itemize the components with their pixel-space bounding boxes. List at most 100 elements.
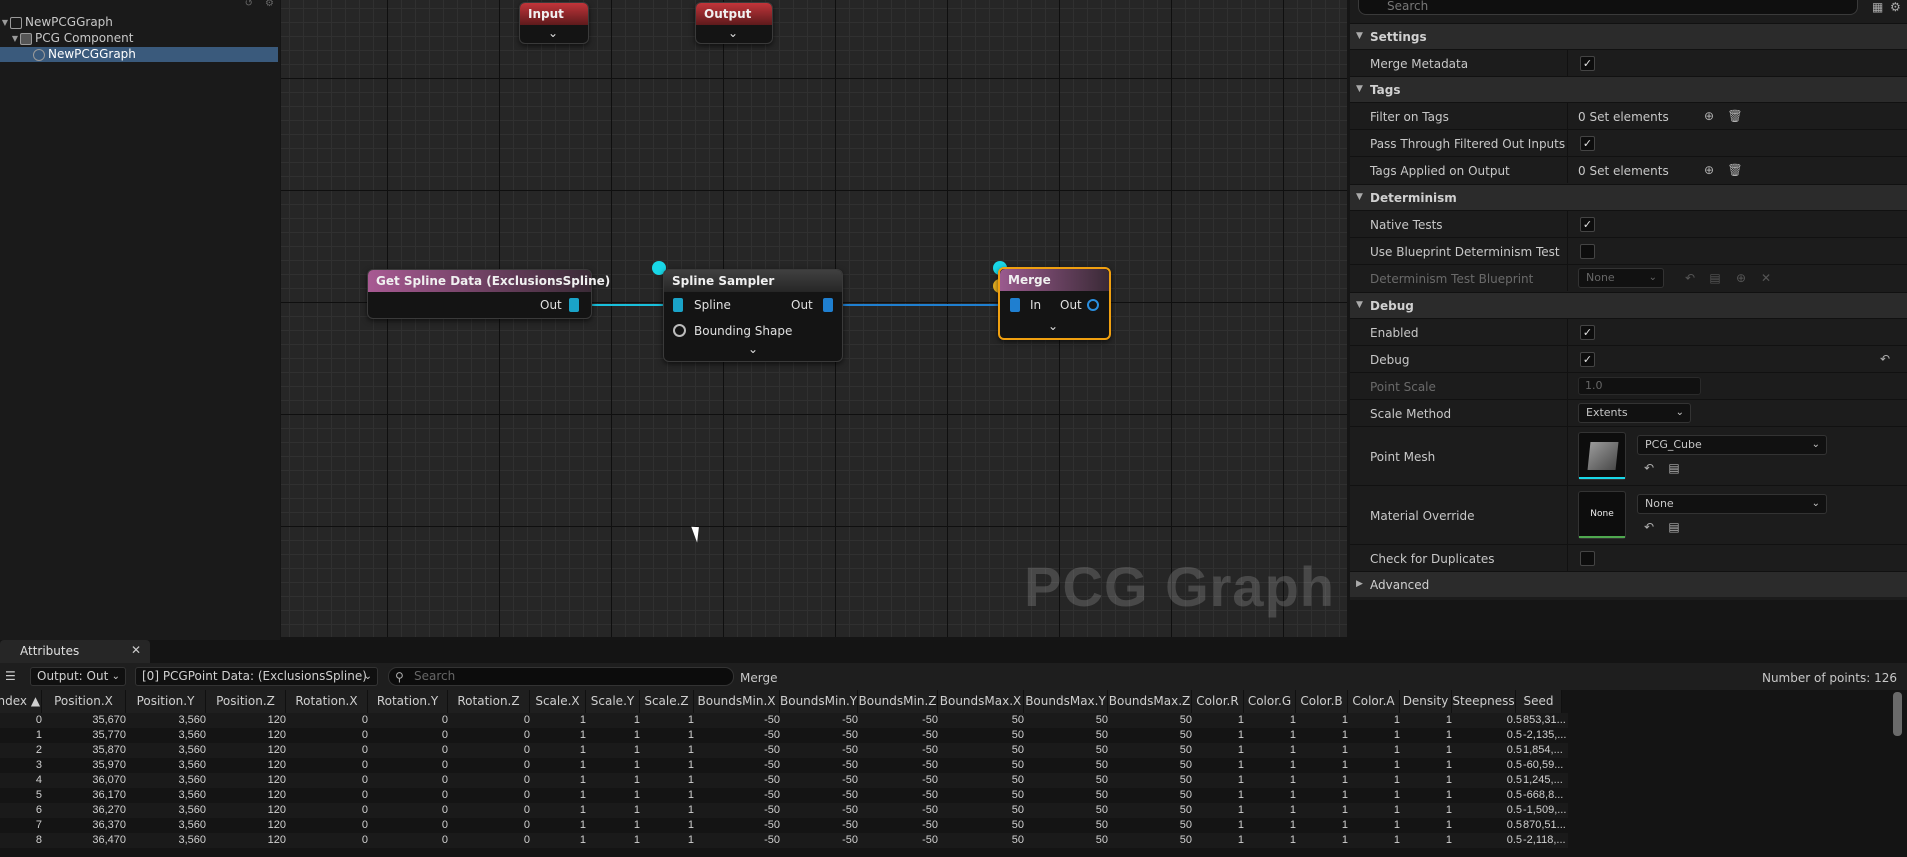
point-mesh-thumbnail[interactable] — [1578, 432, 1626, 480]
category-determinism[interactable]: ▼ Determinism — [1350, 184, 1907, 210]
pass-through-checkbox[interactable]: ✓ — [1580, 136, 1595, 151]
details-search-input[interactable]: Search — [1358, 0, 1858, 15]
chevron-down-icon[interactable]: ⌄ — [548, 26, 558, 40]
column-header[interactable]: Rotation.Y — [368, 690, 448, 713]
column-header[interactable]: Rotation.X — [286, 690, 368, 713]
get-spline-data-node[interactable]: Get Spline Data (ExclusionsSpline) Out — [367, 269, 610, 319]
table-row[interactable]: 8 36,470 3,560 120 0 0 0 1 1 1 -50 -50 -50 50 50 50 1 1 1 1… — [0, 833, 1568, 848]
table-scrollbar[interactable] — [1893, 692, 1902, 736]
points-out-pin-icon[interactable] — [823, 298, 833, 312]
column-header[interactable]: Steepness — [1452, 690, 1516, 713]
add-icon[interactable]: ⊕ — [1701, 108, 1717, 124]
column-header[interactable]: Scale.Z — [640, 690, 694, 713]
graph-canvas[interactable]: Input ⌄ Output ⌄ Get Spline Data (Exclus… — [281, 0, 1347, 637]
table-row[interactable]: 6 36,270 3,560 120 0 0 0 1 1 1 -50 -50 -50 50 50 50 1 1 1 1… — [0, 803, 1568, 818]
table-row[interactable]: 4 36,070 3,560 120 0 0 0 1 1 1 -50 -50 -50 50 50 50 1 1 1 1… — [0, 773, 1568, 788]
close-icon[interactable]: ✕ — [131, 643, 141, 657]
table-row[interactable]: 7 36,370 3,560 120 0 0 0 1 1 1 -50 -50 -50 50 50 50 1 1 1 1… — [0, 818, 1568, 833]
column-header[interactable]: BoundsMin.X — [694, 690, 780, 713]
point-mesh-combo[interactable]: PCG_Cube ⌄ — [1637, 435, 1827, 455]
add-icon[interactable]: ⊕ — [1733, 270, 1749, 286]
filter-icon[interactable]: ☰ — [5, 669, 16, 683]
reset-icon[interactable]: ↶ — [1877, 351, 1893, 367]
bounding-shape-pin-icon[interactable] — [673, 324, 686, 337]
attributes-search-input[interactable]: ⚲ Search — [388, 667, 734, 686]
input-node[interactable]: Input ⌄ — [519, 2, 589, 44]
table-row[interactable]: 3 35,970 3,560 120 0 0 0 1 1 1 -50 -50 -50 50 50 50 1 1 1 1… — [0, 758, 1568, 773]
collapse-icon[interactable]: ▼ — [10, 31, 20, 46]
use-bp-test-checkbox[interactable] — [1580, 244, 1595, 259]
column-header[interactable]: Rotation.Z — [448, 690, 530, 713]
outliner-item-graph[interactable]: ▼ NewPCGGraph — [0, 15, 278, 30]
table-row[interactable]: 2 35,870 3,560 120 0 0 0 1 1 1 -50 -50 -50 50 50 50 1 1 1 1… — [0, 743, 1568, 758]
column-header[interactable]: Color.B — [1296, 690, 1348, 713]
data-source-combo[interactable]: [0] PCGPoint Data: (ExclusionsSpline) ⌄ — [135, 667, 378, 686]
debug-checkbox[interactable]: ✓ — [1580, 352, 1595, 367]
outliner-item-selected-graph[interactable]: NewPCGGraph — [0, 47, 278, 62]
attributes-tab[interactable]: Attributes ✕ — [0, 640, 150, 663]
column-header[interactable]: BoundsMax.Y — [1024, 690, 1108, 713]
category-advanced[interactable]: ▶ Advanced — [1350, 571, 1907, 597]
det-test-bp-combo[interactable]: None ⌄ — [1578, 268, 1664, 288]
browse-icon[interactable]: ▤ — [1666, 460, 1682, 476]
material-override-thumbnail[interactable]: None — [1578, 491, 1626, 539]
spline-sampler-node[interactable]: Spline Sampler Spline Out Bounding Shape… — [663, 269, 843, 362]
chevron-down-icon[interactable]: ⌄ — [728, 26, 738, 40]
chevron-down-icon[interactable]: ⌄ — [1048, 319, 1058, 333]
outliner-item-component[interactable]: ▼ PCG Component — [0, 31, 278, 46]
column-header[interactable]: BoundsMax.X — [938, 690, 1024, 713]
output-node[interactable]: Output ⌄ — [695, 2, 773, 44]
settings-icon[interactable]: ⚙ — [265, 0, 274, 10]
column-header[interactable]: Position.Z — [206, 690, 286, 713]
add-icon[interactable]: ⊕ — [1701, 162, 1717, 178]
back-icon[interactable]: ↺ — [245, 0, 253, 10]
enabled-checkbox[interactable]: ✓ — [1580, 325, 1595, 340]
column-header[interactable]: Color.G — [1244, 690, 1296, 713]
trash-icon[interactable]: 🗑 — [1727, 108, 1743, 124]
browse-icon[interactable]: ▤ — [1666, 519, 1682, 535]
point-scale-input[interactable]: 1.0 — [1578, 377, 1701, 395]
out-pin-icon[interactable] — [1087, 299, 1099, 311]
table-view-icon[interactable]: ▦ — [1872, 0, 1883, 14]
clear-icon[interactable]: ✕ — [1758, 270, 1774, 286]
spline-out-pin-icon[interactable] — [569, 298, 579, 312]
column-header[interactable]: Position.X — [42, 690, 126, 713]
in-pin-icon[interactable] — [1010, 298, 1020, 312]
output-pin-combo[interactable]: Output: Out ⌄ — [30, 667, 126, 686]
column-header[interactable]: Position.Y — [126, 690, 206, 713]
column-header[interactable]: BoundsMax.Z — [1108, 690, 1192, 713]
expand-icon[interactable]: ▶ — [1356, 579, 1363, 589]
use-selected-icon[interactable]: ↶ — [1682, 270, 1698, 286]
table-row[interactable]: 1 35,770 3,560 120 0 0 0 1 1 1 -50 -50 -50 50 50 50 1 1 1 1… — [0, 728, 1568, 743]
column-header[interactable]: Seed — [1516, 690, 1562, 713]
table-row[interactable]: 5 36,170 3,560 120 0 0 0 1 1 1 -50 -50 -50 50 50 50 1 1 1 1… — [0, 788, 1568, 803]
spline-in-pin-icon[interactable] — [673, 298, 683, 312]
merge-metadata-checkbox[interactable]: ✓ — [1580, 56, 1595, 71]
category-tags[interactable]: ▼ Tags — [1350, 76, 1907, 102]
collapse-icon[interactable]: ▼ — [1356, 31, 1363, 41]
table-row[interactable]: 0 35,670 3,560 120 0 0 0 1 1 1 -50 -50 -50 50 50 50 1 1 1 1… — [0, 713, 1568, 728]
merge-node[interactable]: Merge In Out ⌄ — [998, 267, 1111, 340]
category-settings[interactable]: ▼ Settings — [1350, 23, 1907, 49]
column-header[interactable]: Index ▲ — [0, 690, 42, 713]
column-header[interactable]: Density — [1400, 690, 1452, 713]
collapse-icon[interactable]: ▼ — [1356, 300, 1363, 310]
collapse-icon[interactable]: ▼ — [1356, 192, 1363, 202]
use-selected-icon[interactable]: ↶ — [1641, 519, 1657, 535]
column-header[interactable]: Scale.X — [530, 690, 586, 713]
native-tests-checkbox[interactable]: ✓ — [1580, 217, 1595, 232]
column-header[interactable]: Color.A — [1348, 690, 1400, 713]
browse-icon[interactable]: ▤ — [1707, 270, 1723, 286]
settings-icon[interactable]: ⚙ — [1890, 0, 1901, 14]
check-duplicates-checkbox[interactable] — [1580, 551, 1595, 566]
collapse-icon[interactable]: ▼ — [1356, 84, 1363, 94]
category-debug[interactable]: ▼ Debug — [1350, 292, 1907, 318]
trash-icon[interactable]: 🗑 — [1727, 162, 1743, 178]
column-header[interactable]: BoundsMin.Z — [858, 690, 938, 713]
column-header[interactable]: BoundsMin.Y — [780, 690, 858, 713]
collapse-icon[interactable]: ▼ — [0, 15, 10, 30]
scale-method-combo[interactable]: Extents ⌄ — [1578, 403, 1691, 423]
column-header[interactable]: Color.R — [1192, 690, 1244, 713]
material-override-combo[interactable]: None ⌄ — [1637, 494, 1827, 514]
column-header[interactable]: Scale.Y — [586, 690, 640, 713]
